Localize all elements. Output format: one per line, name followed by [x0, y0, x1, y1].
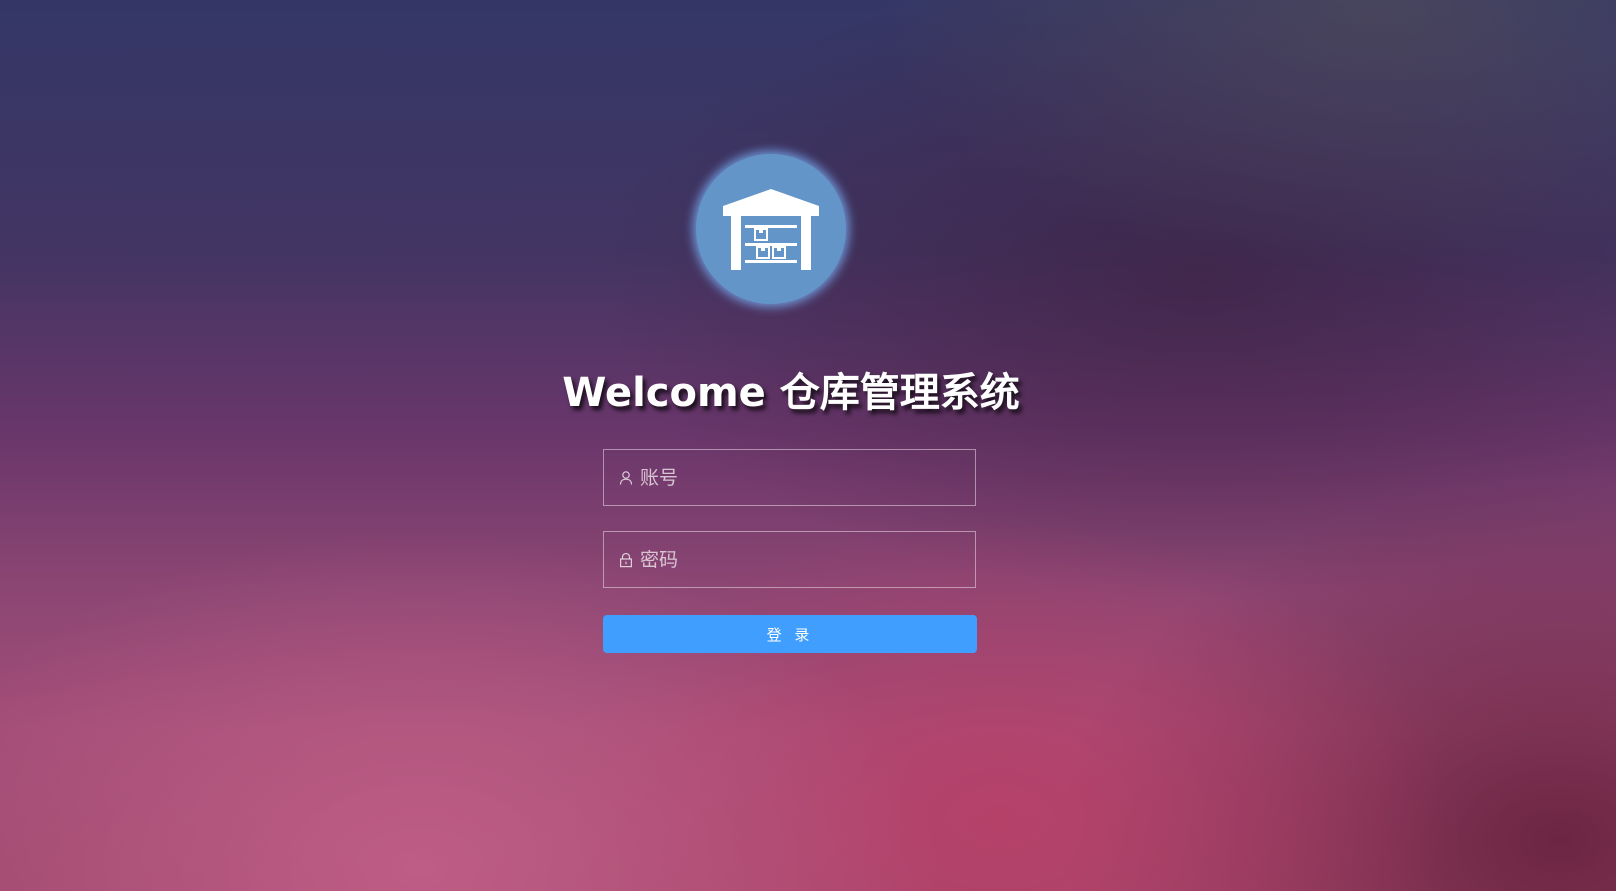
password-input[interactable] — [640, 532, 970, 587]
page-title: Welcome 仓库管理系统 — [562, 370, 1020, 416]
user-icon — [619, 471, 633, 485]
app-logo — [696, 154, 846, 304]
account-input[interactable] — [640, 450, 970, 505]
account-field[interactable] — [603, 449, 976, 506]
password-field[interactable] — [603, 531, 976, 588]
lock-icon — [619, 552, 633, 568]
warehouse-icon — [723, 189, 819, 270]
login-button[interactable]: 登 录 — [603, 615, 977, 653]
